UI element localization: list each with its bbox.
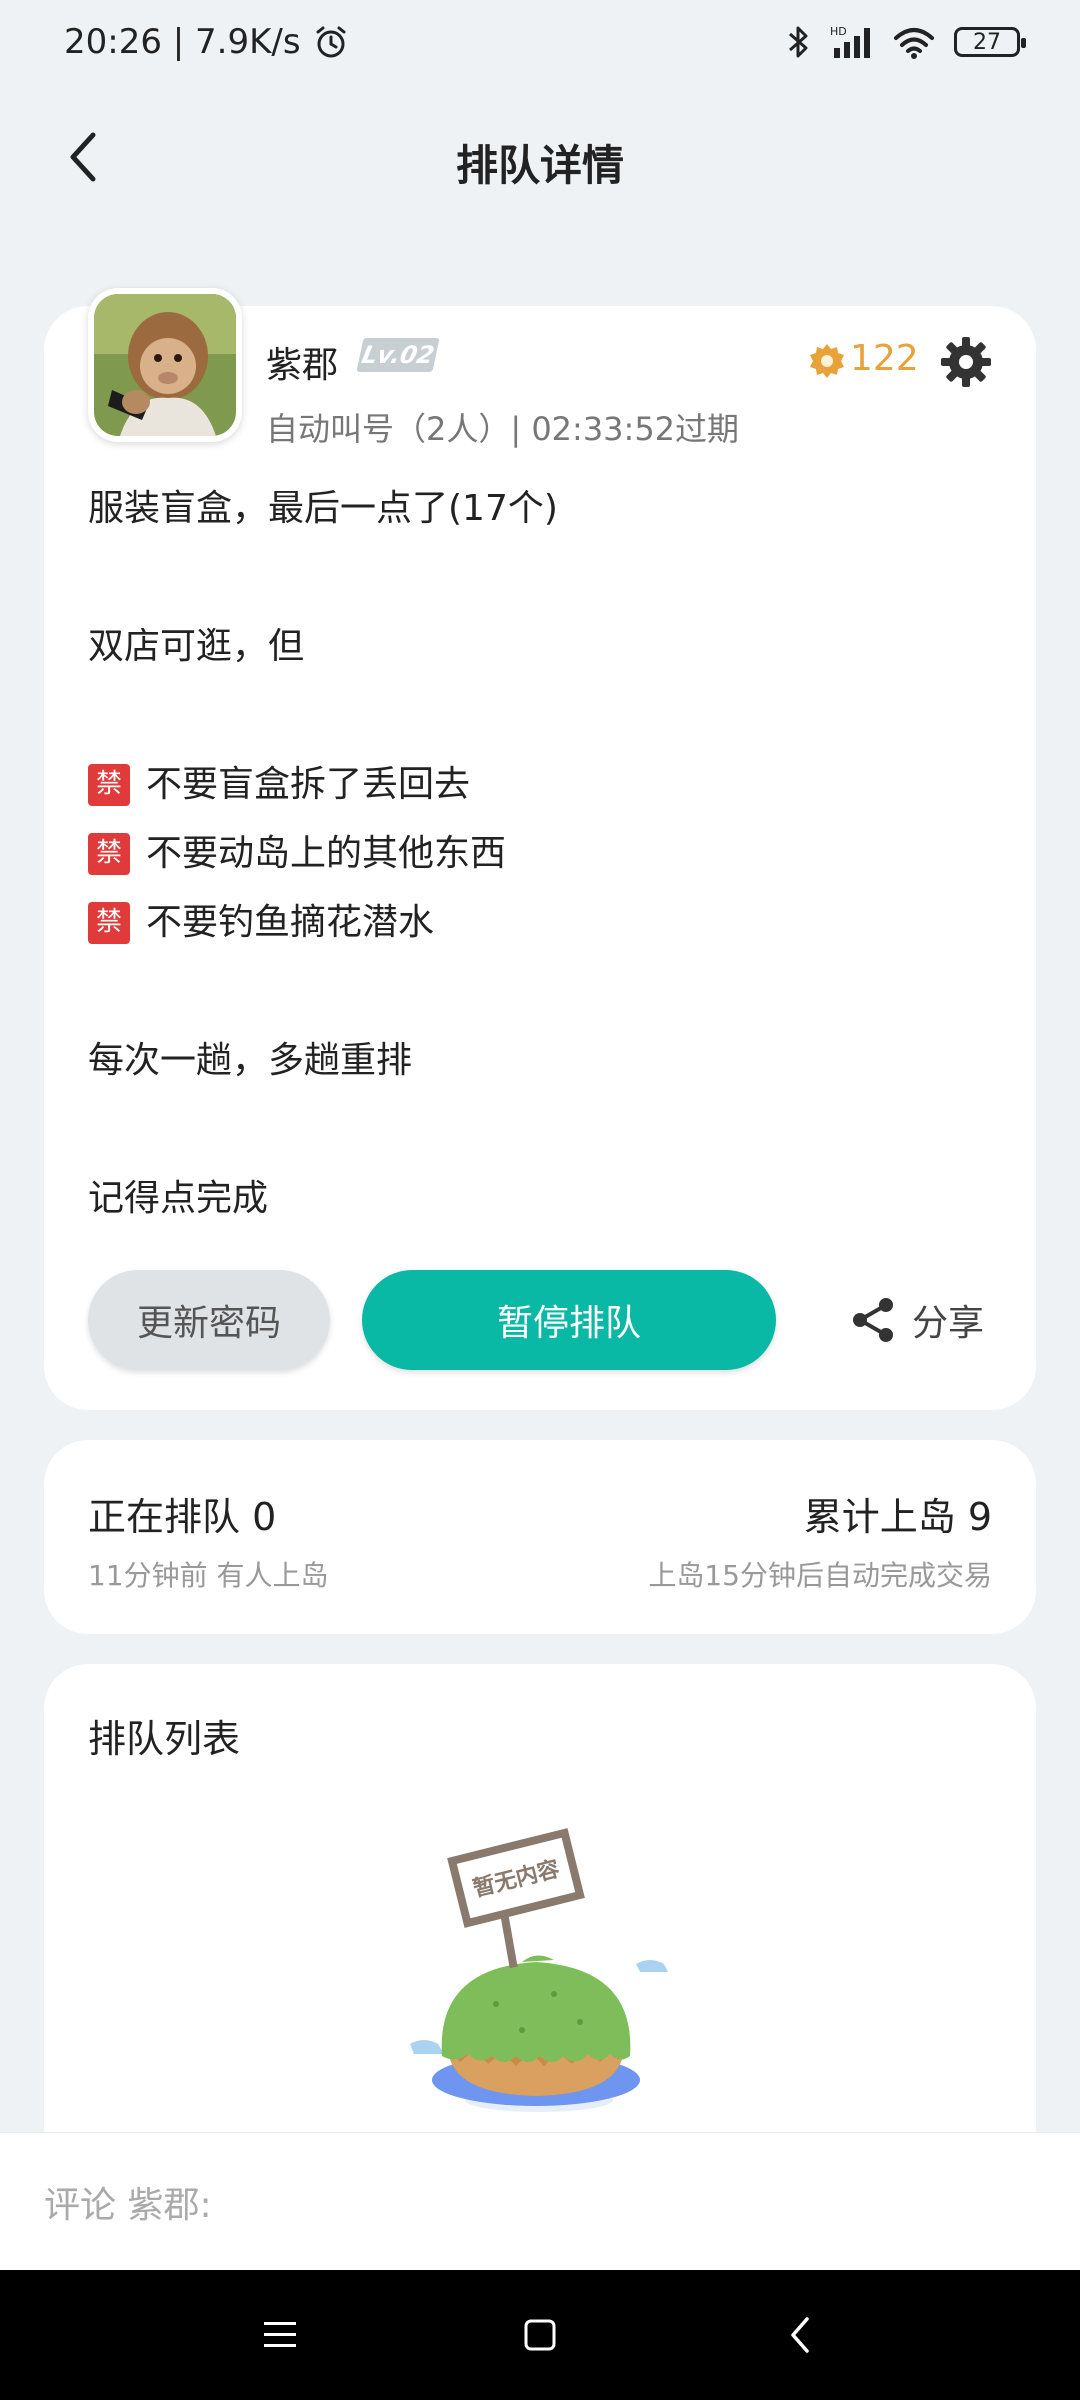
desc-line: 禁不要钓鱼摘花潜水 — [88, 888, 988, 957]
empty-state-illustration: 暂无内容 — [410, 1828, 668, 2112]
desc-line — [88, 681, 988, 750]
back-nav-icon — [791, 2317, 809, 2353]
status-right: HD 27 — [786, 24, 1026, 60]
bluetooth-icon — [789, 26, 808, 58]
total-visits: 累计上岛 9 — [803, 1495, 992, 1539]
wifi-icon — [894, 28, 934, 59]
queue-count: 正在排队 0 — [88, 1495, 277, 1539]
desc-line: 禁不要盲盒拆了丢回去 — [88, 750, 988, 819]
menu-button[interactable] — [250, 2305, 310, 2365]
avatar-image — [94, 294, 236, 436]
pause-queue-button[interactable]: 暂停排队 — [362, 1270, 776, 1370]
share-icon — [853, 1298, 893, 1342]
network-label: HD — [830, 25, 847, 38]
queue-stats-card: 正在排队 0 11分钟前 有人上岛 累计上岛 9 上岛15分钟后自动完成交易 — [44, 1440, 1036, 1634]
update-password-button[interactable]: 更新密码 — [88, 1270, 330, 1370]
user-name[interactable]: 紫郡 — [266, 336, 338, 388]
auto-complete-info: 上岛15分钟后自动完成交易 — [648, 1559, 992, 1592]
home-button[interactable] — [510, 2305, 570, 2365]
desc-line: 每次一趟，多趟重排 — [88, 1040, 413, 1081]
post-description: 服装盲盒，最后一点了(17个) 双店可逛，但 禁不要盲盒拆了丢回去 禁不要动岛上… — [88, 474, 988, 1233]
desc-line: 禁不要动岛上的其他东西 — [88, 819, 988, 888]
ban-icon: 禁 — [88, 763, 130, 806]
share-button[interactable]: 分享 — [848, 1280, 984, 1360]
desc-line: 双店可逛，但 — [88, 626, 305, 667]
level-badge: Lv.02 — [356, 338, 440, 372]
home-icon — [524, 2319, 556, 2351]
alarm-icon — [316, 26, 346, 58]
desc-line — [88, 1095, 988, 1164]
comment-bar: 评论 紫郡: — [0, 2132, 1080, 2270]
avatar[interactable] — [88, 288, 242, 442]
system-nav-bar — [0, 2270, 1080, 2400]
share-label: 分享 — [912, 1303, 985, 1344]
queue-detail-card: 紫郡 Lv.02 自动叫号（2人）| 02:33:52过期 122 服装盲盒，最… — [44, 288, 1036, 1410]
ban-icon: 禁 — [88, 832, 130, 875]
battery-indicator: 27 — [954, 27, 1026, 57]
desc-line: 记得点完成 — [88, 1178, 269, 1219]
gear-icon[interactable] — [938, 334, 994, 390]
nav-bar: 排队详情 — [0, 96, 1080, 216]
status-left: 20:26 | 7.9K/s — [64, 22, 349, 62]
queue-list-title: 排队列表 — [88, 1717, 241, 1761]
back-nav-button[interactable] — [770, 2305, 830, 2365]
ban-icon: 禁 — [88, 901, 130, 944]
coin-count: 122 — [850, 338, 919, 379]
desc-line: 服装盲盒，最后一点了(17个) — [88, 488, 558, 529]
queue-sub-info: 自动叫号（2人）| 02:33:52过期 — [266, 410, 740, 448]
page-title: 排队详情 — [455, 141, 624, 190]
desc-line — [88, 957, 988, 1026]
status-bar: 20:26 | 7.9K/s HD 27 — [0, 0, 1080, 84]
battery-level: 27 — [973, 29, 1001, 55]
last-visit-info: 11分钟前 有人上岛 — [88, 1559, 329, 1592]
comment-input[interactable]: 评论 紫郡: — [44, 2133, 1034, 2271]
coin-icon — [810, 344, 844, 378]
status-time: 20:26 | 7.9K/s — [64, 22, 301, 62]
menu-icon — [264, 2322, 296, 2347]
signal-icon: HD — [830, 25, 870, 58]
desc-line — [88, 543, 988, 612]
